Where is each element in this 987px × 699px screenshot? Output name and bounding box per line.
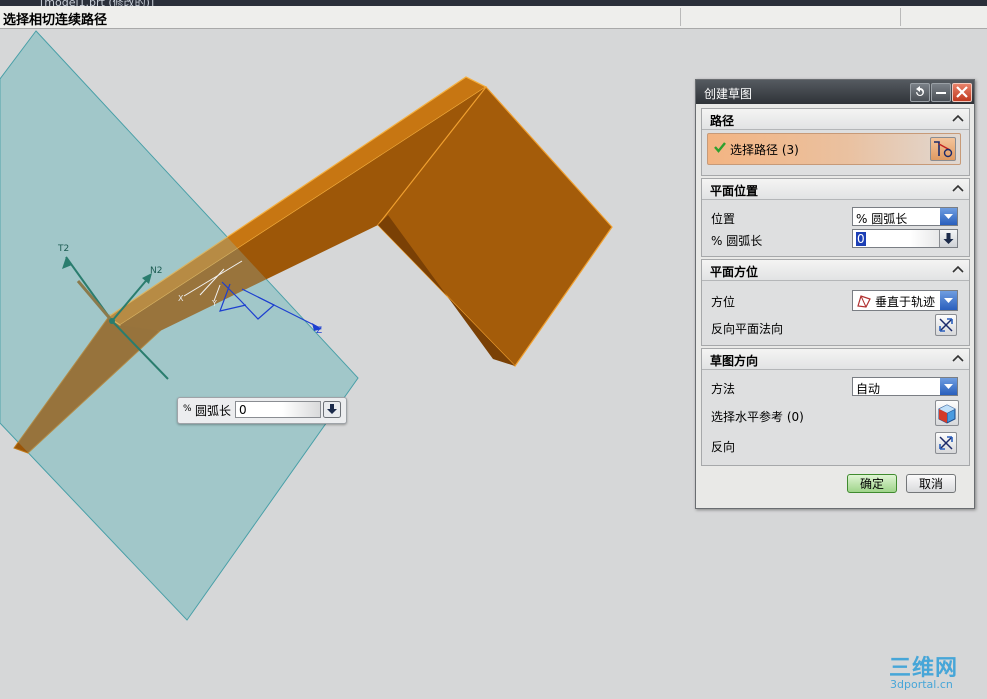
watermark-url: 3dportal.cn	[890, 678, 953, 691]
plane-orientation-section: 平面方位 方位 垂直于轨迹 反向平面法向	[701, 259, 970, 346]
reverse-direction-icon	[939, 318, 953, 332]
reset-button[interactable]	[910, 83, 930, 102]
status-bar: 选择相切连续路径	[0, 6, 987, 29]
path-section-header[interactable]: 路径	[702, 109, 969, 130]
sketch-reverse-row: 反向	[702, 432, 969, 456]
sketch-orientation-header[interactable]: 草图方向	[702, 349, 969, 370]
close-icon	[956, 86, 968, 98]
dialog-title-bar: 创建草图	[696, 80, 974, 104]
normal-to-path-icon	[857, 295, 871, 308]
minimize-icon	[936, 92, 946, 94]
sketch-reverse-button[interactable]	[935, 432, 957, 454]
sketch-orientation-section: 草图方向 方法 自动 选择水平参考 (0) 反向	[701, 348, 970, 466]
watermark-logo: 三维网 3dportal.cn	[889, 650, 979, 695]
dropdown-arrow-icon[interactable]	[940, 378, 957, 395]
arc-length-input[interactable]: 0	[235, 401, 321, 418]
minimize-button[interactable]	[931, 83, 951, 102]
arrow-down-icon[interactable]	[939, 230, 957, 247]
position-row: 位置 % 圆弧长	[702, 206, 969, 228]
method-label: 方法	[711, 382, 736, 396]
select-path-label: 选择路径 (3)	[730, 143, 799, 157]
arc-percent-value: 0	[856, 232, 866, 246]
sketch-orientation-title: 草图方向	[710, 354, 759, 368]
plane-orientation-header[interactable]: 平面方位	[702, 260, 969, 281]
origin-point	[109, 318, 115, 324]
x-axis-label: X	[178, 294, 184, 303]
select-path-button[interactable]	[930, 137, 956, 161]
ok-button[interactable]: 确定	[847, 474, 897, 493]
horizontal-ref-row: 选择水平参考 (0)	[702, 400, 969, 426]
reset-icon	[916, 86, 924, 96]
reverse-normal-label: 反向平面法向	[711, 322, 784, 336]
status-prompt: 选择相切连续路径	[3, 13, 108, 28]
position-label: 位置	[711, 212, 736, 226]
sketch-reverse-label: 反向	[711, 440, 736, 454]
chevron-up-icon[interactable]	[949, 180, 967, 197]
arc-length-label: 圆弧长	[195, 404, 232, 418]
select-horizontal-ref-button[interactable]	[935, 400, 959, 426]
plane-position-title: 平面位置	[710, 184, 759, 198]
method-row: 方法 自动	[702, 376, 969, 398]
cube-face-icon	[938, 404, 956, 424]
checkmark-icon	[714, 142, 726, 153]
close-button[interactable]	[952, 83, 972, 102]
orientation-value: 垂直于轨迹	[875, 295, 936, 309]
status-divider	[680, 8, 681, 26]
n-axis-label: N2	[150, 266, 162, 276]
reverse-direction-icon	[939, 436, 953, 450]
plane-orientation-title: 平面方位	[710, 265, 759, 279]
method-value: 自动	[856, 382, 881, 396]
arc-percent-label: % 圆弧长	[711, 234, 763, 248]
chevron-up-icon[interactable]	[949, 110, 967, 127]
orientation-row: 方位 垂直于轨迹	[702, 289, 969, 311]
dropdown-arrow-icon[interactable]	[940, 291, 957, 310]
arrow-down-icon[interactable]	[323, 401, 341, 418]
path-curve-icon	[934, 141, 953, 158]
select-path-row[interactable]: 选择路径 (3)	[707, 133, 961, 165]
cancel-button[interactable]: 取消	[906, 474, 956, 493]
horizontal-ref-label: 选择水平参考 (0)	[711, 410, 804, 424]
chevron-up-icon[interactable]	[949, 261, 967, 278]
position-value: % 圆弧长	[856, 212, 908, 226]
datum-plane-overlay	[0, 31, 358, 620]
plane-position-header[interactable]: 平面位置	[702, 179, 969, 200]
orientation-label: 方位	[711, 295, 736, 309]
reverse-normal-button[interactable]	[935, 314, 957, 336]
dropdown-arrow-icon[interactable]	[940, 208, 957, 225]
arc-percent-row: % 圆弧长 0	[702, 228, 969, 250]
t-axis-label: T2	[57, 244, 69, 254]
status-divider	[900, 8, 901, 26]
arc-length-dynamic-input[interactable]: % 圆弧长 0	[177, 397, 347, 424]
z-axis-label: Z	[316, 326, 322, 336]
plane-position-section: 平面位置 位置 % 圆弧长 % 圆弧长 0	[701, 178, 970, 257]
path-section: 路径 选择路径 (3)	[701, 108, 970, 176]
position-dropdown[interactable]: % 圆弧长	[852, 207, 958, 226]
create-sketch-dialog: 创建草图 路径 选择路径 (3) 平面位置 位置 % 圆弧长 % 圆弧长 0 平…	[695, 79, 975, 509]
orientation-dropdown[interactable]: 垂直于轨迹	[852, 290, 958, 311]
reverse-normal-row: 反向平面法向	[702, 314, 969, 338]
dialog-title: 创建草图	[704, 87, 753, 101]
method-dropdown[interactable]: 自动	[852, 377, 958, 396]
y-axis-label: Y	[211, 299, 217, 308]
chevron-up-icon[interactable]	[949, 350, 967, 367]
percent-label: %	[183, 404, 192, 414]
path-header: 路径	[710, 114, 735, 128]
arc-percent-input[interactable]: 0	[852, 229, 958, 248]
